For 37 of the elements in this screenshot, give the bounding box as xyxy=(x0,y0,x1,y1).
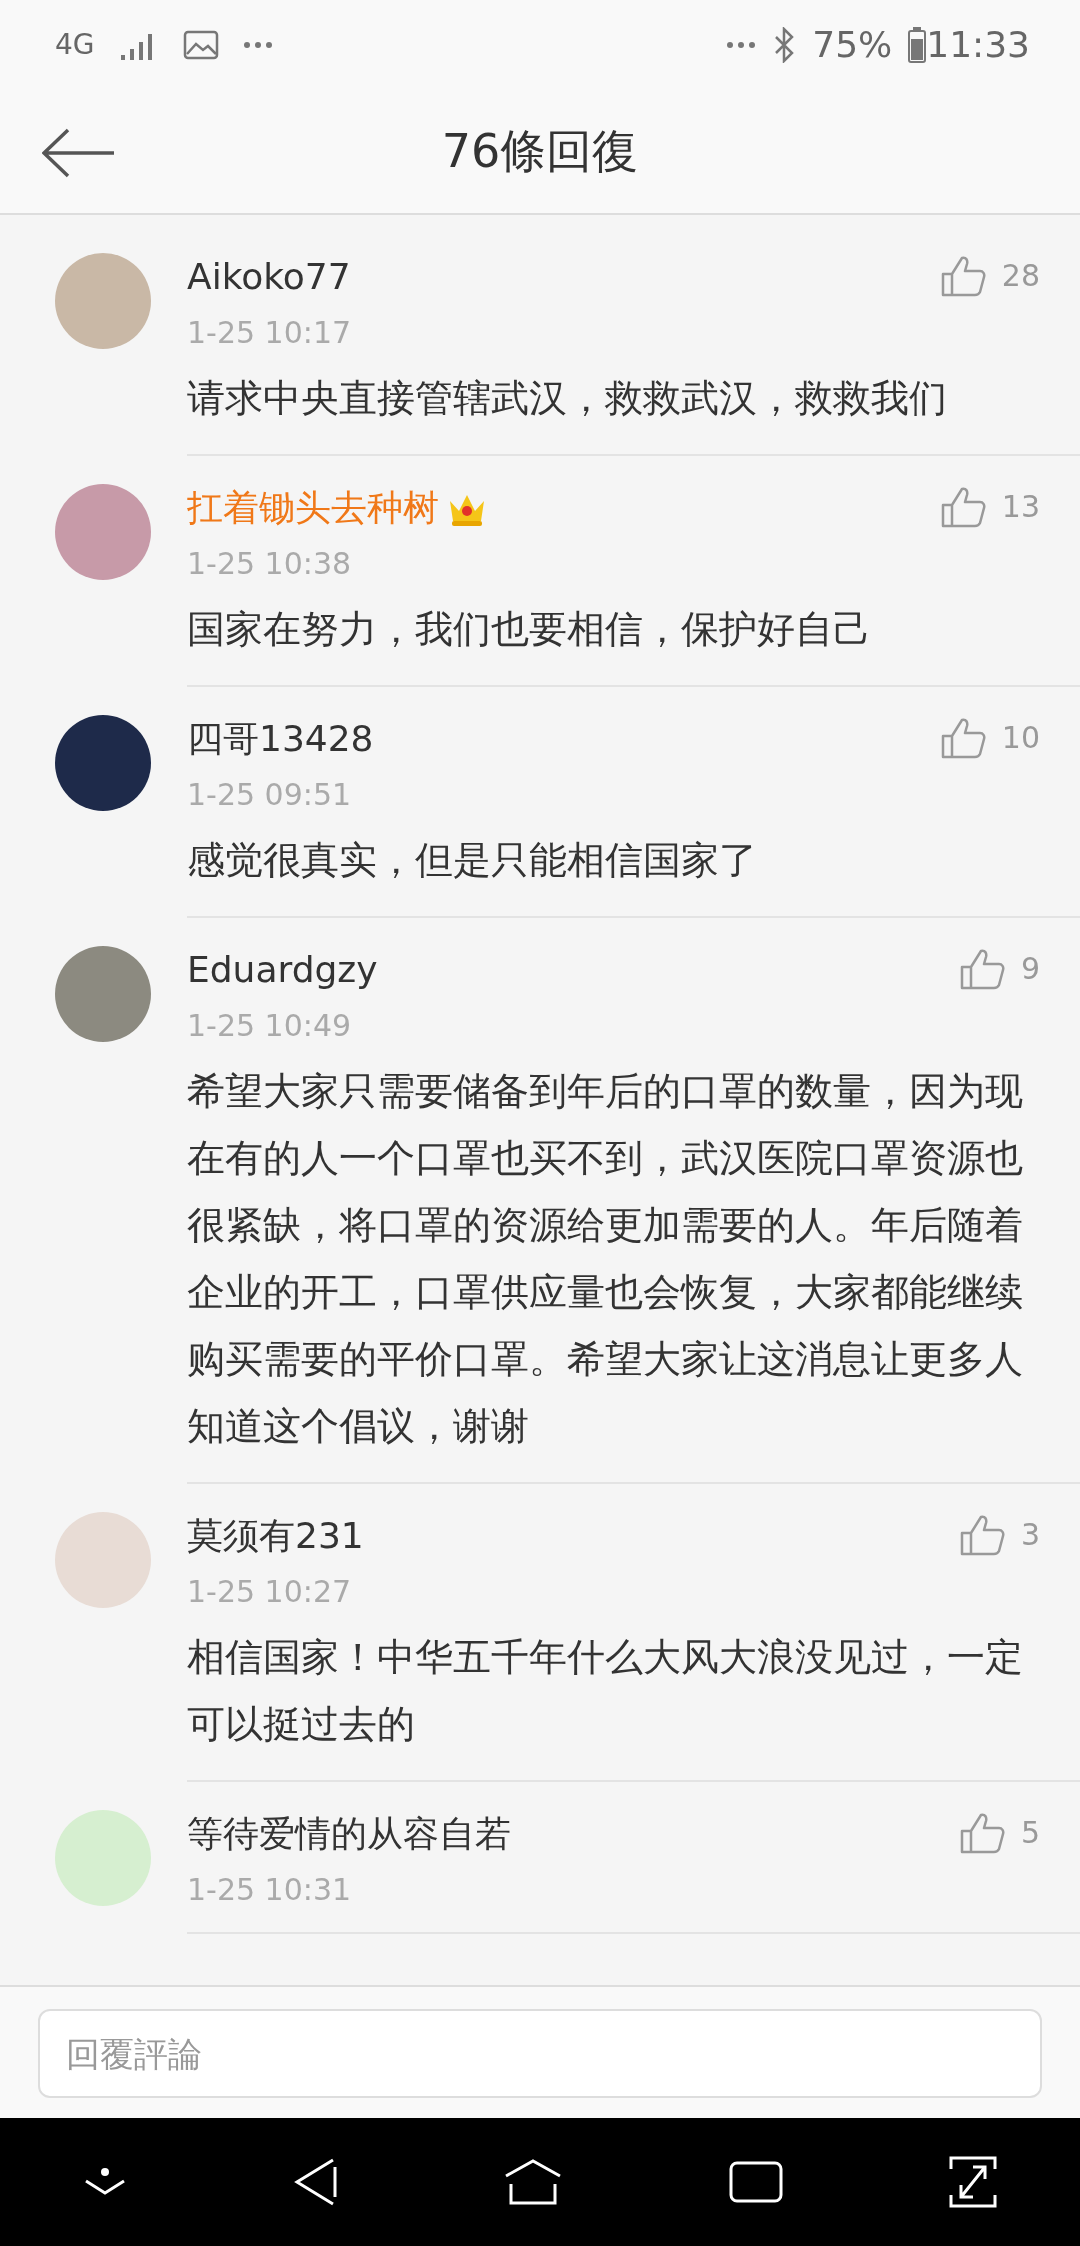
like-count: 10 xyxy=(1001,719,1040,757)
comment-time: 1-25 10:49 xyxy=(187,1007,353,1045)
like-count: 3 xyxy=(1020,1516,1040,1554)
username[interactable]: 等待爱情的从容自若 xyxy=(187,1810,511,1858)
clock-text: 11:33 xyxy=(926,23,1030,67)
image-icon xyxy=(182,30,219,60)
comment-text: 感觉很真实，但是只能相信国家了 xyxy=(187,837,758,884)
chevron-down-icon[interactable] xyxy=(83,2167,127,2197)
battery-icon xyxy=(908,27,927,63)
battery-percent-text: 75% xyxy=(812,23,893,67)
comment-time: 1-25 10:17 xyxy=(187,314,353,352)
username[interactable]: 四哥13428 xyxy=(187,715,374,763)
more-icon xyxy=(242,41,273,49)
username[interactable]: 莫须有231 xyxy=(187,1512,364,1560)
comment-time: 1-25 09:51 xyxy=(187,776,353,814)
expand-icon[interactable] xyxy=(949,2155,997,2209)
back-arrow-icon[interactable] xyxy=(42,128,116,178)
more-icon xyxy=(726,41,757,49)
recent-apps-icon[interactable] xyxy=(729,2161,783,2203)
username[interactable]: Aikoko77 xyxy=(187,253,351,301)
page-title: 76條回復 xyxy=(441,123,639,180)
reply-input-field[interactable]: 回覆評論 xyxy=(38,2009,1042,2098)
like-count: 5 xyxy=(1020,1814,1040,1852)
network-type-text: 4G xyxy=(55,27,95,63)
back-icon[interactable] xyxy=(293,2157,337,2207)
comment-time: 1-25 10:38 xyxy=(187,545,353,583)
comment-time: 1-25 10:27 xyxy=(187,1573,353,1611)
comment-text: 相信国家！中华五千年什么大风大浪没见过，一定可以挺过去的 xyxy=(187,1634,1024,1748)
home-icon[interactable] xyxy=(503,2158,563,2206)
comment-time: 1-25 10:31 xyxy=(187,1871,353,1909)
comment-text: 请求中央直接管辖武汉，救救武汉，救救我们 xyxy=(187,375,948,422)
like-count: 13 xyxy=(1001,488,1040,526)
like-count: 28 xyxy=(1001,257,1040,295)
like-count: 9 xyxy=(1020,950,1040,988)
username[interactable]: Eduardgzy xyxy=(187,946,378,994)
comment-text: 国家在努力，我们也要相信，保护好自己 xyxy=(187,606,872,653)
comment-text: 希望大家只需要储备到年后的口罩的数量，因为现在有的人一个口罩也买不到，武汉医院口罩资源也很紧缺，将口罩的资源给更加需要的人。年后随着企业的开工，口罩供应量也会恢复，大家都能继续购买需要的平价口罩。希望大家让这消息让更多人知道这个倡议，谢谢 xyxy=(187,1068,1024,1450)
